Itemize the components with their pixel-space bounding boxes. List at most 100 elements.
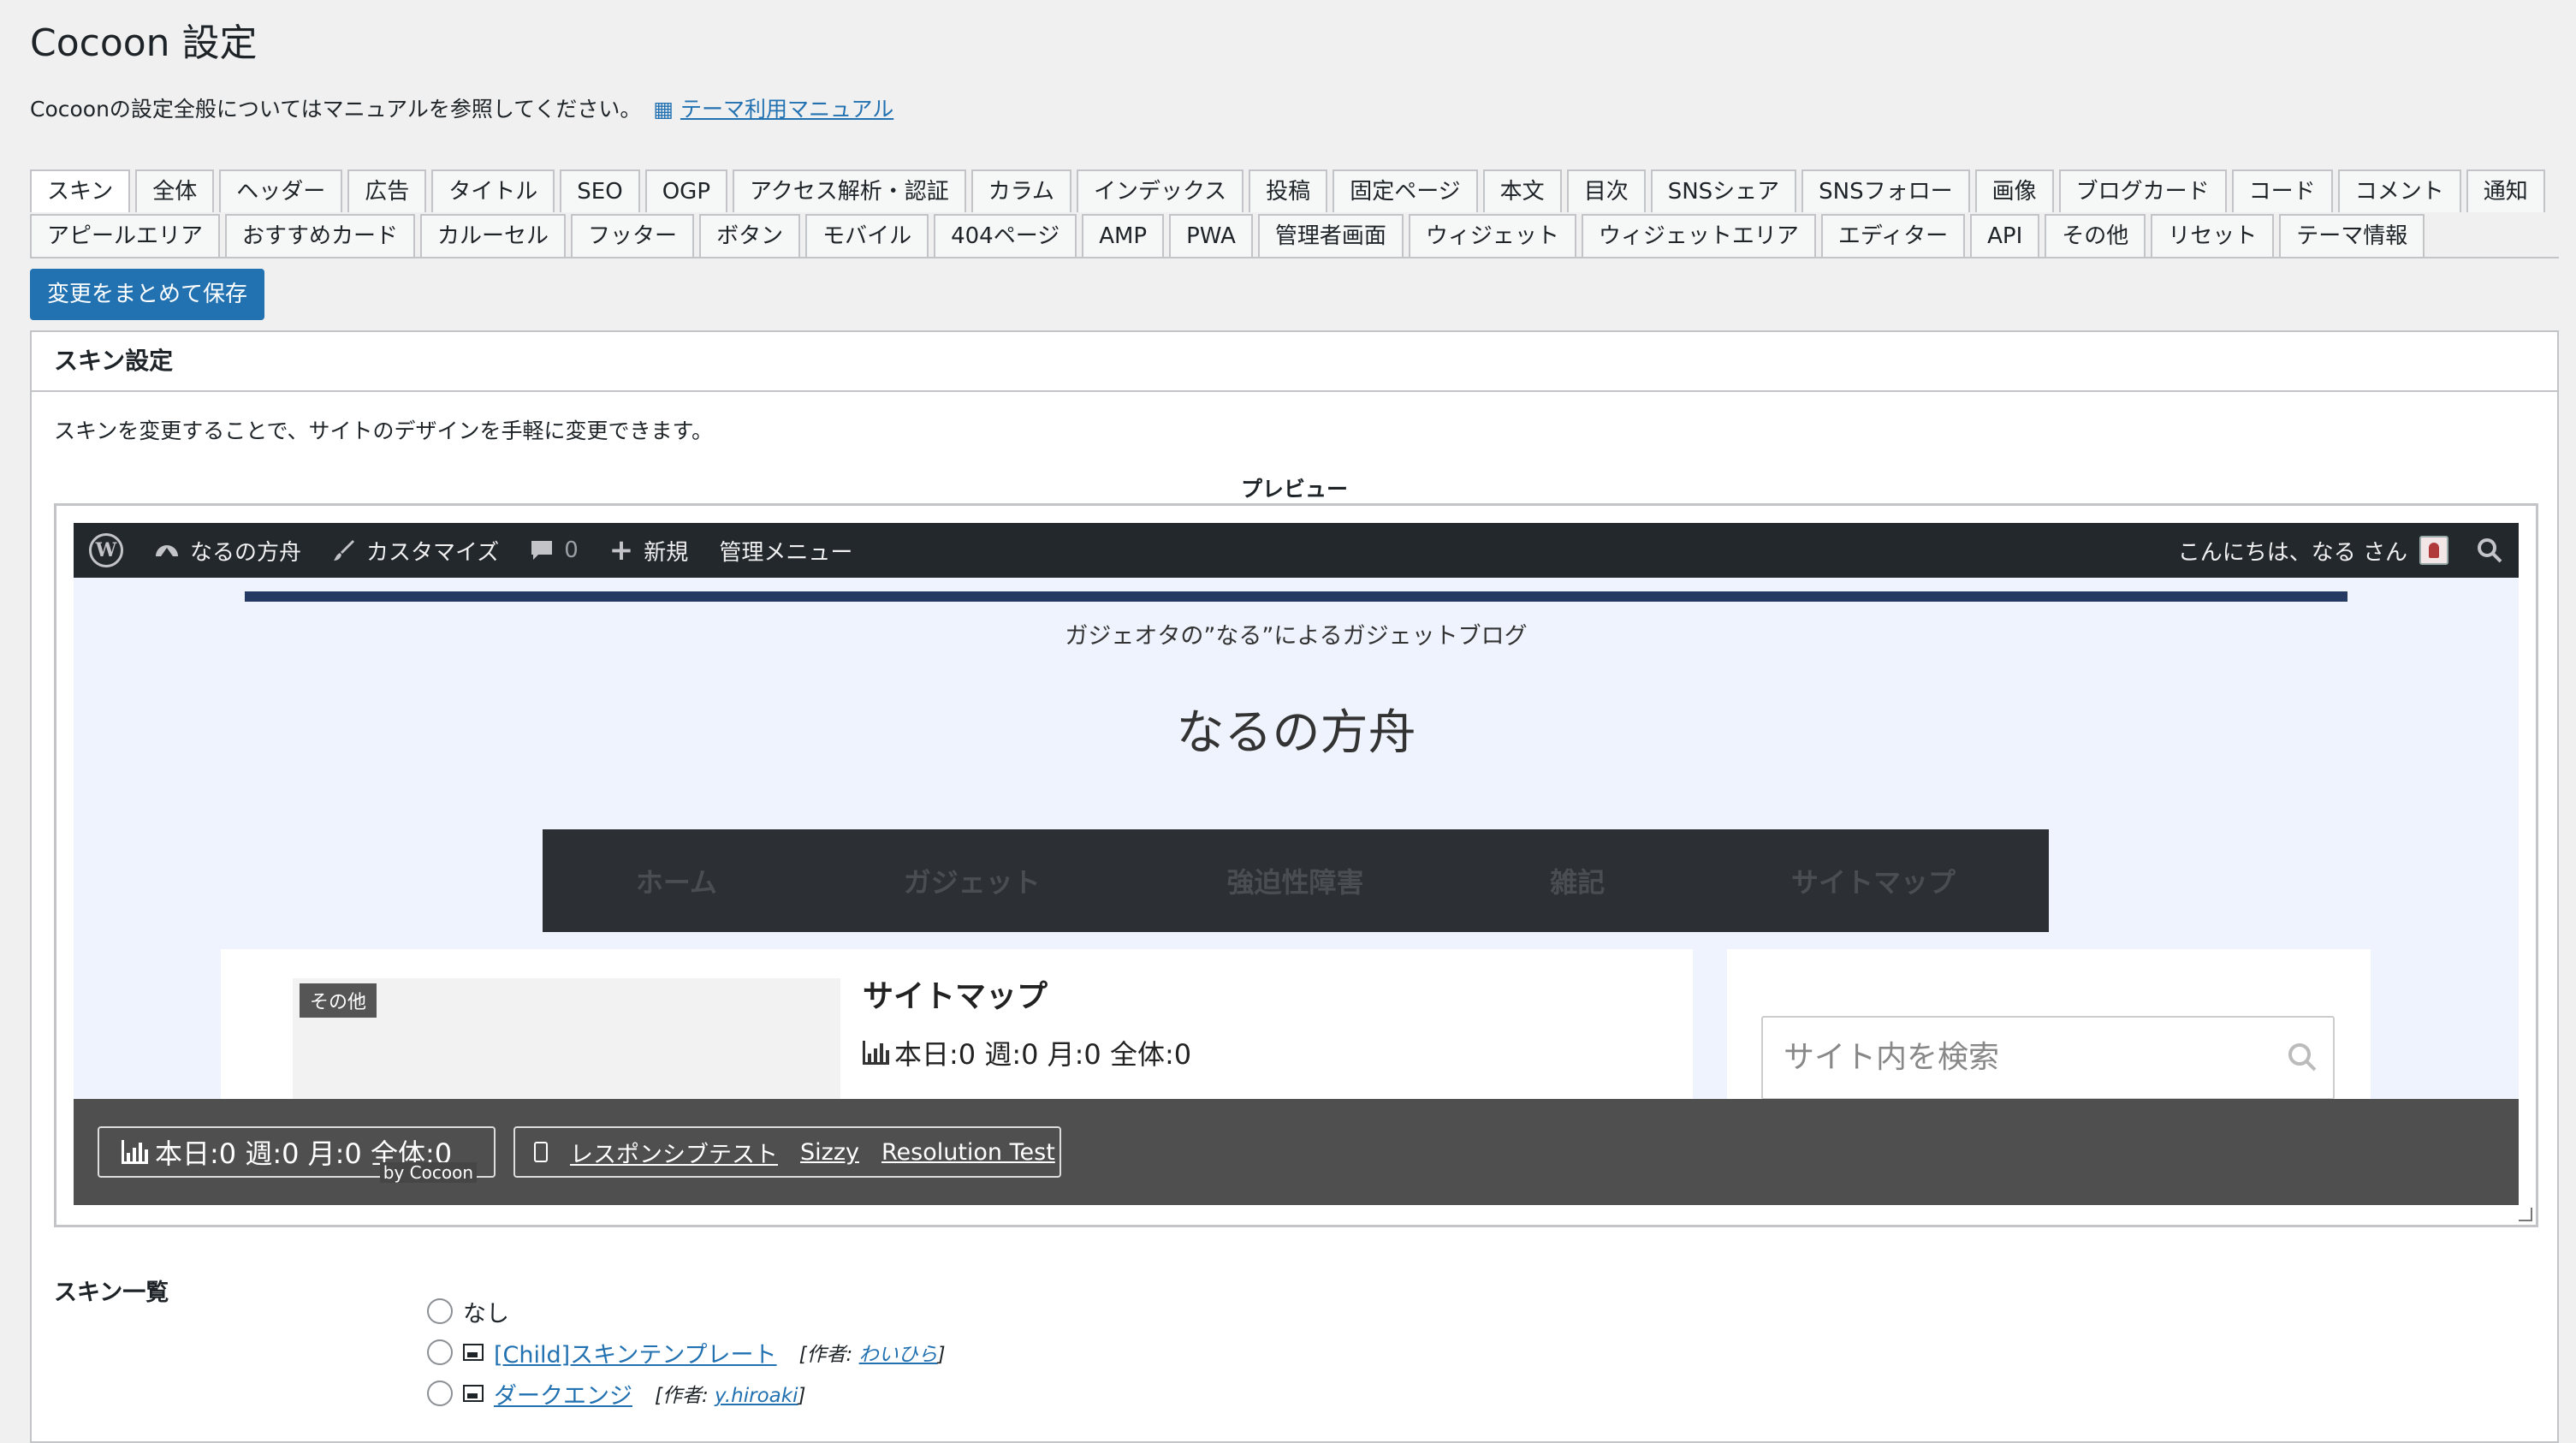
tab-r1-16[interactable]: 画像 [1974,169,2054,212]
author-label: [作者: [655,1385,715,1407]
adminbar-comments[interactable]: 0 [530,537,579,563]
search-icon[interactable] [2287,1042,2318,1072]
nav-item[interactable]: 雑記 [1550,861,1605,900]
sizzy-link[interactable]: Sizzy [800,1139,859,1166]
adminbar-greeting[interactable]: こんにちは、なる さん [2178,535,2407,567]
tab-r2-13[interactable]: API [1970,214,2040,257]
site-navigation: ホーム ガジェット 強迫性障害 雑記 サイトマップ [543,829,2049,932]
author-link[interactable]: わいひら [859,1344,938,1366]
nav-item[interactable]: 強迫性障害 [1226,861,1363,900]
adminbar-site[interactable]: なるの方舟 [154,535,301,567]
skin-list-label: スキン一覧 [54,1280,169,1306]
tab-r2-7[interactable]: AMP [1082,214,1165,257]
tab-r1-6[interactable]: OGP [644,169,727,212]
image-icon [463,1385,484,1402]
tab-r2-4[interactable]: ボタン [699,214,801,257]
tab-r1-8[interactable]: カラム [970,169,1071,212]
avatar[interactable] [2419,536,2448,565]
site-search-input[interactable]: サイト内を検索 [1761,1016,2335,1100]
skin-radio[interactable] [427,1339,453,1365]
tab-r2-3[interactable]: フッター [571,214,695,257]
tab-r1-3[interactable]: 広告 [347,169,427,212]
skin-radio[interactable] [427,1381,453,1406]
manual-link[interactable]: テーマ利用マニュアル [680,97,893,122]
tab-r1-7[interactable]: アクセス解析・認証 [733,169,966,212]
adminbar-customize-label: カスタマイズ [366,539,500,566]
tab-r2-14[interactable]: その他 [2045,214,2146,257]
tab-r1-17[interactable]: ブログカード [2058,169,2227,212]
footer-stats-box: 本日:0 週:0 月:0 全体:0 by Cocoon [98,1126,496,1183]
dashboard-icon [156,545,178,556]
tab-r2-9[interactable]: 管理者画面 [1257,214,1404,257]
category-badge: その他 [300,983,377,1018]
tab-r1-14[interactable]: SNSシェア [1650,169,1797,212]
author-link[interactable]: y.hiroaki [715,1385,798,1407]
tab-r1-9[interactable]: インデックス [1076,169,1244,212]
tab-r1-1[interactable]: 全体 [135,169,215,212]
tab-r1-15[interactable]: SNSフォロー [1801,169,1970,212]
tab-r2-12[interactable]: エディター [1820,214,1966,257]
tab-r2-1[interactable]: おすすめカード [225,214,416,257]
adminbar-customize[interactable]: カスタマイズ [332,535,499,567]
skin-name-link[interactable]: ダークエンジ [494,1377,632,1410]
resolution-test-link[interactable]: Resolution Test [881,1139,1055,1166]
tab-r1-4[interactable]: タイトル [431,169,555,212]
panel-description: スキンを変更することで、サイトのデザインを手軽に変更できます。 [54,419,714,443]
tab-r1-0[interactable]: スキン [30,169,131,212]
tab-row-1: スキン 全体 ヘッダー 広告 タイトル SEO OGP アクセス解析・認証 カラム インデックス投… [30,169,2559,212]
tab-r1-19[interactable]: コメント [2337,169,2461,212]
tab-r2-10[interactable]: ウィジェット [1408,214,1576,257]
tab-r1-2[interactable]: ヘッダー [219,169,343,212]
skin-item-none: なし [427,1291,946,1332]
tab-r2-5[interactable]: モバイル [805,214,929,257]
site-tagline: ガジェオタの”なる”によるガジェットブログ [1065,623,1528,650]
nav-item[interactable]: サイトマップ [1791,861,1956,900]
admin-bar: W なるの方舟 カスタマイズ 0 + 新規 管理メニュー こんにちは、なる さん [74,523,2519,578]
skin-author: [作者: y.hiroaki] [655,1379,805,1408]
skin-radio[interactable] [427,1298,453,1324]
tab-r1-12[interactable]: 本文 [1482,169,1562,212]
author-close: ] [798,1385,806,1407]
preview-site: W なるの方舟 カスタマイズ 0 + 新規 管理メニュー こんにちは、なる さん… [74,523,2519,1205]
skin-name-link[interactable]: [Child]スキンテンプレート [494,1336,777,1369]
skin-list: なし [Child]スキンテンプレート [作者: わいひら] ダークエンジ [作… [427,1291,946,1414]
nav-item[interactable]: ガジェット [904,861,1041,900]
tab-r1-13[interactable]: 目次 [1566,169,1646,212]
admin-menu-label: 管理メニュー [719,539,853,566]
wordpress-icon: W [89,533,123,567]
image-icon [463,1344,484,1361]
tab-r1-20[interactable]: 通知 [2466,169,2545,212]
search-icon[interactable] [2476,537,2503,564]
responsive-test-link[interactable]: レスポンシブテスト [570,1136,778,1169]
tab-r2-11[interactable]: ウィジェットエリア [1581,214,1816,257]
wp-logo-item[interactable]: W [89,533,123,567]
preview-label: プレビュー [1240,477,1348,502]
tab-r2-15[interactable]: リセット [2151,214,2275,257]
preview-frame[interactable]: W なるの方舟 カスタマイズ 0 + 新規 管理メニュー こんにちは、なる さん… [54,503,2538,1227]
tab-row-2: アピールエリア おすすめカード カルーセル フッター ボタン モバイル 404ページ AMP P… [30,214,2559,257]
intro-description: Cocoonの設定全般についてはマニュアルを参照してください。 [30,97,642,122]
resize-handle[interactable] [2519,1208,2532,1221]
save-all-button[interactable]: 変更をまとめて保存 [30,269,265,320]
adminbar-new[interactable]: + 新規 [609,533,689,567]
tab-r2-2[interactable]: カルーセル [420,214,567,257]
chart-bar-icon [863,1041,889,1065]
nav-item[interactable]: ホーム [636,861,717,900]
comment-count: 0 [564,537,579,563]
panel-heading: スキン設定 [32,332,2557,392]
adminbar-admin-menu[interactable]: 管理メニュー [719,535,852,567]
author-close: ] [937,1344,946,1366]
tab-r2-0[interactable]: アピールエリア [30,214,221,257]
tab-r2-16[interactable]: テーマ情報 [2279,214,2425,257]
tab-r1-11[interactable]: 固定ページ [1333,169,1478,212]
tab-r1-18[interactable]: コード [2231,169,2333,212]
tab-r1-5[interactable]: SEO [560,169,640,212]
mobile-icon [534,1142,548,1162]
tab-r2-8[interactable]: PWA [1169,214,1253,257]
adminbar-right: こんにちは、なる さん [2178,535,2503,567]
tab-r2-6[interactable]: 404ページ [934,214,1077,257]
plus-icon: + [608,533,634,567]
post-title[interactable]: サイトマップ [863,971,1048,1016]
tab-r1-10[interactable]: 投稿 [1249,169,1328,212]
site-title[interactable]: なるの方舟 [74,694,2519,763]
